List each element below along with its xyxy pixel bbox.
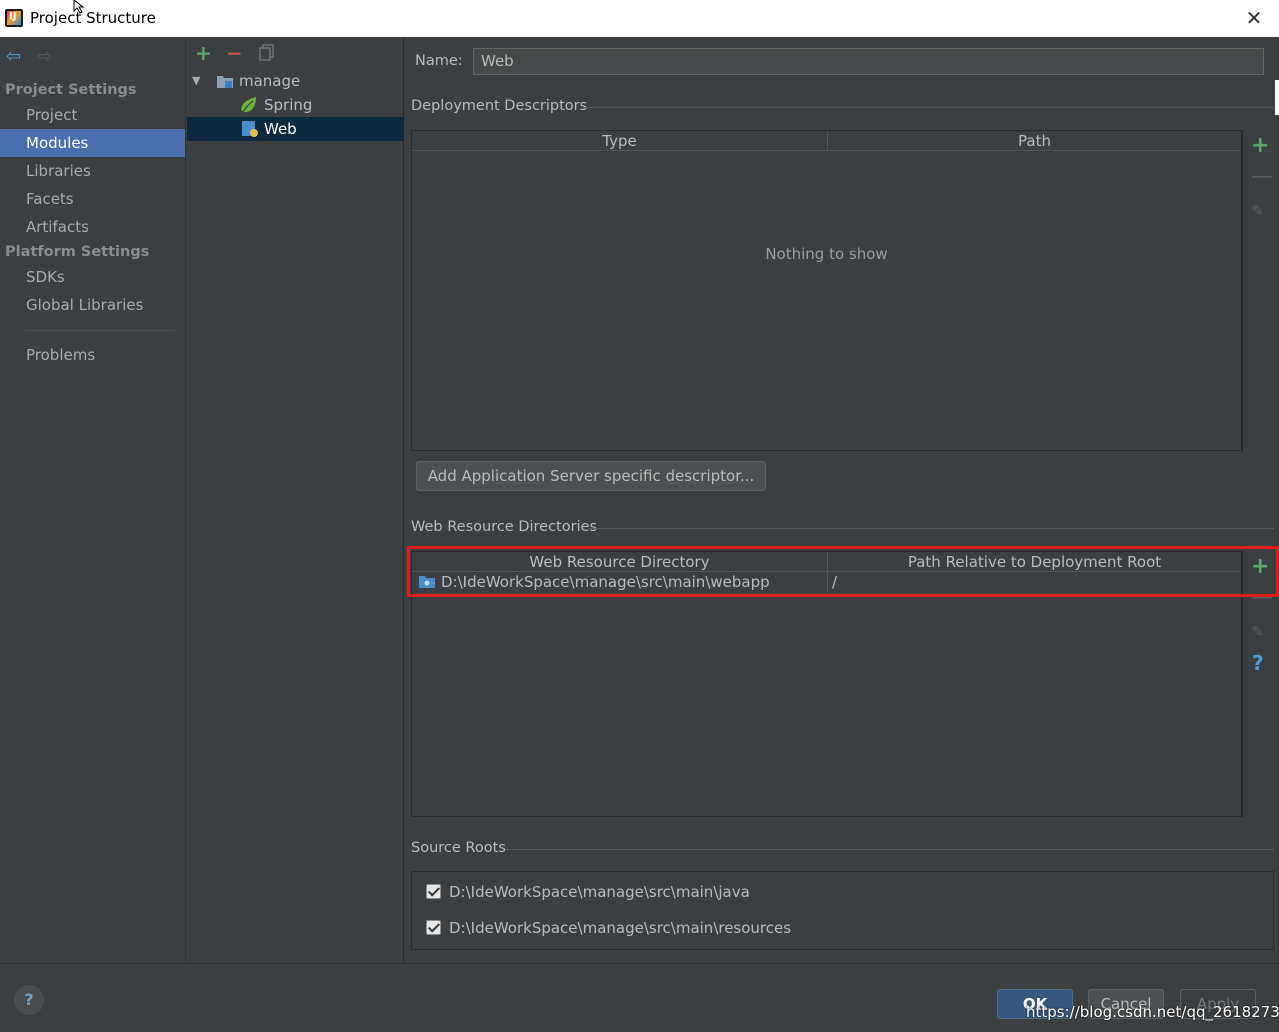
source-root-checkbox[interactable] xyxy=(426,920,441,935)
tree-item-label: Web xyxy=(264,120,297,138)
column-header-web-resource-directory[interactable]: Web Resource Directory xyxy=(412,552,827,572)
cell-relative-path: / xyxy=(832,573,838,591)
web-facet-icon xyxy=(242,121,258,137)
source-roots-label: Source Roots xyxy=(411,840,506,856)
window-title: Project Structure xyxy=(30,9,156,27)
group-separator xyxy=(505,849,1274,850)
source-root-path: D:\IdeWorkSpace\manage\src\main\resource… xyxy=(449,919,792,937)
project-settings-header: Project Settings xyxy=(5,82,137,98)
spring-leaf-icon xyxy=(241,97,256,113)
cell-directory: D:\IdeWorkSpace\manage\src\main\webapp xyxy=(441,573,770,591)
module-tree-panel: + − ▼ manage Spring Web xyxy=(187,37,404,963)
column-header-type[interactable]: Type xyxy=(412,131,827,151)
edit-web-resource-icon[interactable]: ✎ xyxy=(1251,621,1264,643)
tree-item-spring[interactable]: Spring xyxy=(187,93,404,117)
table-row[interactable]: D:\IdeWorkSpace\manage\src\main\webapp / xyxy=(412,572,1241,592)
sidebar-item-global-libraries[interactable]: Global Libraries xyxy=(0,291,185,319)
source-root-checkbox[interactable] xyxy=(426,884,441,899)
add-server-descriptor-button[interactable]: Add Application Server specific descript… xyxy=(416,461,766,491)
column-header-path[interactable]: Path xyxy=(828,131,1241,151)
sidebar-item-facets[interactable]: Facets xyxy=(0,185,185,213)
group-separator xyxy=(583,107,1274,108)
web-folder-icon xyxy=(419,576,435,588)
sidebar-item-artifacts[interactable]: Artifacts xyxy=(0,213,185,241)
source-root-path: D:\IdeWorkSpace\manage\src\main\java xyxy=(449,883,750,901)
sidebar-item-project[interactable]: Project xyxy=(0,101,185,129)
group-separator xyxy=(589,528,1274,529)
expand-triangle-icon[interactable]: ▼ xyxy=(192,69,200,93)
sidebar-item-modules[interactable]: Modules xyxy=(0,129,185,157)
column-divider xyxy=(827,572,828,592)
settings-sidebar: ⇦ ⇨ Project Settings Project Modules Lib… xyxy=(0,37,186,963)
back-arrow-icon[interactable]: ⇦ xyxy=(6,46,21,67)
column-header-path-relative[interactable]: Path Relative to Deployment Root xyxy=(828,552,1241,572)
copy-module-icon[interactable] xyxy=(258,44,276,62)
platform-settings-header: Platform Settings xyxy=(5,244,150,260)
tree-item-label: Spring xyxy=(264,96,313,114)
help-question-icon[interactable]: ? xyxy=(1252,652,1264,674)
web-resource-directories-table[interactable]: Web Resource Directory Path Relative to … xyxy=(411,551,1242,817)
remove-web-resource-icon[interactable]: — xyxy=(1251,587,1273,609)
remove-module-icon[interactable]: − xyxy=(226,43,243,63)
forward-arrow-icon[interactable]: ⇨ xyxy=(37,46,52,67)
sidebar-item-libraries[interactable]: Libraries xyxy=(0,157,185,185)
dialog-button-bar: ? OK Cancel Apply xyxy=(0,963,1279,1032)
tree-item-label: manage xyxy=(239,72,301,90)
module-folder-icon xyxy=(217,76,233,88)
deployment-table-toolbar: + — ✎ xyxy=(1242,130,1275,451)
close-window-button[interactable]: ✕ xyxy=(1243,6,1265,30)
mouse-cursor-icon xyxy=(73,0,85,14)
sidebar-divider xyxy=(26,330,174,331)
tree-item-web[interactable]: Web xyxy=(187,117,404,141)
deployment-descriptors-label: Deployment Descriptors xyxy=(411,98,588,114)
web-resource-directories-label: Web Resource Directories xyxy=(411,519,598,535)
deployment-descriptors-table[interactable]: Type Path Nothing to show xyxy=(411,130,1242,451)
tree-item-manage[interactable]: ▼ manage xyxy=(187,69,404,93)
web-resource-table-toolbar: + — ✎ ? xyxy=(1242,551,1275,817)
name-input[interactable]: Web xyxy=(473,48,1264,75)
add-module-icon[interactable]: + xyxy=(195,43,212,63)
edit-descriptor-icon[interactable]: ✎ xyxy=(1251,200,1264,222)
name-label: Name: xyxy=(415,53,463,69)
title-bar: Project Structure ✕ xyxy=(0,0,1279,37)
window-edge-artifact xyxy=(1275,80,1279,115)
sidebar-item-sdks[interactable]: SDKs xyxy=(0,263,185,291)
remove-descriptor-icon[interactable]: — xyxy=(1251,166,1273,188)
add-web-resource-icon[interactable]: + xyxy=(1251,556,1269,578)
watermark-text: https://blog.csdn.net/qq_26182739 xyxy=(1026,1003,1279,1021)
intellij-app-icon xyxy=(5,9,23,27)
empty-table-text: Nothing to show xyxy=(765,245,888,263)
sidebar-item-problems[interactable]: Problems xyxy=(0,341,185,369)
add-descriptor-icon[interactable]: + xyxy=(1251,135,1269,157)
help-button[interactable]: ? xyxy=(14,985,44,1015)
